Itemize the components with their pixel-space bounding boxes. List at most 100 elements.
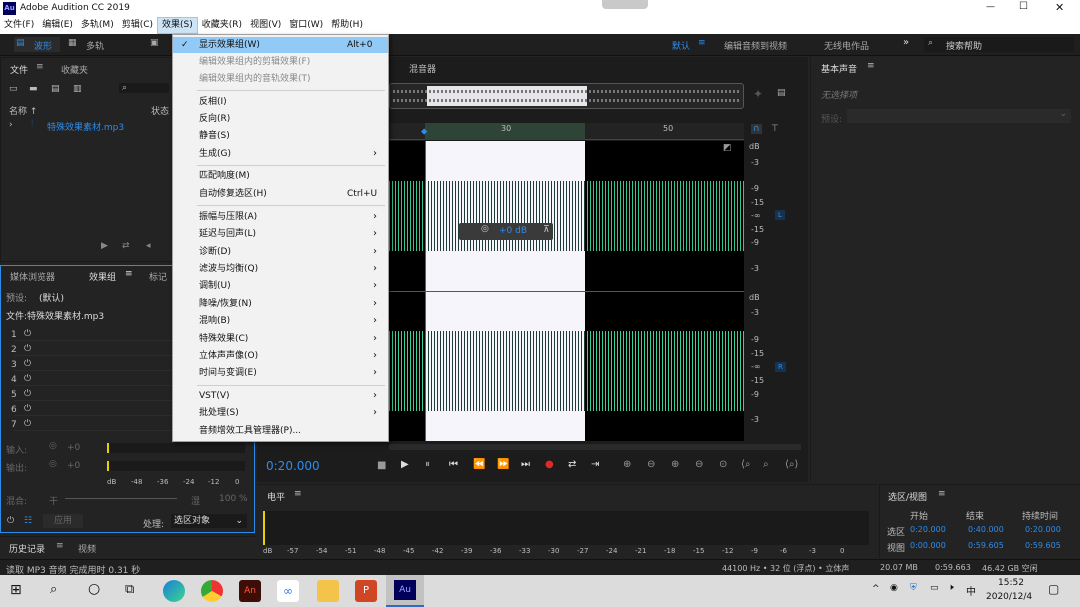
- snap-icon[interactable]: ∩: [751, 124, 762, 134]
- tab-effects-menu-icon[interactable]: ≡: [125, 269, 133, 279]
- maximize-button[interactable]: ☐: [1019, 1, 1028, 12]
- menu-item-time-pitch[interactable]: 时间与变调(E) ›: [173, 365, 388, 381]
- workspace-more-icon[interactable]: »: [903, 37, 909, 48]
- power-icon[interactable]: ⏻: [24, 419, 31, 429]
- clock-date[interactable]: 2020/12/4: [986, 592, 1032, 602]
- close-file-icon[interactable]: ▥: [73, 84, 82, 94]
- play-icon[interactable]: ▶: [101, 241, 108, 251]
- tab-mixer[interactable]: 混音器: [409, 62, 436, 75]
- menu-item-batch[interactable]: 批处理(S) ›: [173, 405, 388, 421]
- menu-window[interactable]: 窗口(W): [285, 17, 327, 34]
- clock-time[interactable]: 15:52: [998, 578, 1024, 588]
- menu-item-reverb[interactable]: 混响(B) ›: [173, 313, 388, 329]
- tab-favorites[interactable]: 收藏夹: [61, 63, 88, 76]
- tab-markers[interactable]: 标记: [149, 270, 167, 283]
- waveform-display[interactable]: ◎ +0 dB ⊼ ◩: [389, 141, 744, 441]
- menu-item-diagnostics[interactable]: 诊断(D) ›: [173, 244, 388, 260]
- list-view-icon[interactable]: ☷: [24, 516, 32, 526]
- workspace-menu-icon[interactable]: ≡: [698, 38, 706, 48]
- next-icon[interactable]: ⏭: [521, 459, 530, 470]
- zoom-pin-icon[interactable]: ✦: [753, 87, 763, 101]
- record-icon[interactable]: ●: [545, 459, 554, 470]
- tab-files[interactable]: 文件: [10, 63, 28, 76]
- menu-item-vst[interactable]: VST(V) ›: [173, 388, 388, 404]
- power-icon[interactable]: ⏻: [24, 374, 31, 384]
- effect-slot[interactable]: 3: [11, 360, 17, 370]
- menu-item-show-effects-rack[interactable]: ✓ 显示效果组(W) Alt+0: [173, 37, 388, 53]
- menu-item-silence[interactable]: 静音(S): [173, 128, 388, 144]
- effect-slot[interactable]: 6: [11, 405, 17, 415]
- menu-help[interactable]: 帮助(H): [327, 17, 367, 34]
- workspace-edit-video[interactable]: 编辑音频到视频: [724, 39, 787, 52]
- multitrack-view-button[interactable]: ▦ 多轨: [66, 37, 112, 52]
- battery-icon[interactable]: ▭: [930, 583, 939, 593]
- notification-icon[interactable]: ▢: [1048, 582, 1059, 596]
- column-name[interactable]: 名称 ↑: [9, 104, 37, 117]
- tray-shield-icon[interactable]: ⛨: [910, 583, 917, 593]
- menu-item-delay[interactable]: 延迟与回声(L) ›: [173, 226, 388, 242]
- new-file-icon[interactable]: ▤: [51, 84, 60, 94]
- audition-taskbar-button[interactable]: Au: [386, 575, 424, 607]
- menu-item-edit-track-effects[interactable]: 编辑效果组内的音轨效果(T): [173, 71, 388, 87]
- channel-right-badge[interactable]: R: [775, 362, 786, 372]
- time-ruler[interactable]: 30 50 ⬥: [389, 123, 744, 140]
- power-icon[interactable]: ⏻: [24, 359, 31, 369]
- tab-effects-rack[interactable]: 效果组: [89, 270, 116, 283]
- animate-icon[interactable]: An: [239, 580, 261, 602]
- power-icon[interactable]: ⏻: [24, 329, 31, 339]
- menu-item-match-loudness[interactable]: 匹配响度(M): [173, 168, 388, 184]
- view-end[interactable]: 0:59.605: [968, 541, 1004, 550]
- essential-sound-menu-icon[interactable]: ≡: [867, 61, 875, 71]
- skip-icon[interactable]: ⇥: [591, 459, 599, 470]
- menu-file[interactable]: 文件(F): [0, 17, 38, 34]
- selection-duration[interactable]: 0:20.000: [1025, 525, 1061, 534]
- ime-indicator[interactable]: 中: [966, 583, 976, 598]
- menu-item-plugin-manager[interactable]: 音频增效工具管理器(P)...: [173, 423, 388, 439]
- menu-edit[interactable]: 编辑(E): [38, 17, 77, 34]
- channel-left-badge[interactable]: L: [775, 210, 785, 220]
- process-select[interactable]: 选区对象 ⌄: [171, 514, 247, 528]
- windows-start-icon[interactable]: ⊞: [10, 582, 22, 598]
- cortana-icon[interactable]: ○: [88, 581, 100, 597]
- selection-view-menu-icon[interactable]: ≡: [938, 489, 946, 499]
- zoom-full-icon[interactable]: ⊙: [719, 459, 727, 470]
- tab-files-menu-icon[interactable]: ≡: [36, 62, 44, 72]
- menu-item-modulation[interactable]: 调制(U) ›: [173, 278, 388, 294]
- menu-item-auto-heal[interactable]: 自动修复选区(H) Ctrl+U: [173, 186, 388, 202]
- close-button[interactable]: ✕: [1055, 1, 1064, 14]
- file-item[interactable]: 特殊效果素材.mp3: [47, 120, 124, 133]
- selection-start[interactable]: 0:20.000: [910, 525, 946, 534]
- mix-slider[interactable]: [65, 498, 177, 499]
- view-duration[interactable]: 0:59.605: [1025, 541, 1061, 550]
- selection-end[interactable]: 0:40.000: [968, 525, 1004, 534]
- menu-favorites[interactable]: 收藏夹(R): [198, 17, 246, 34]
- effect-slot[interactable]: 2: [11, 345, 17, 355]
- menu-item-reverse[interactable]: 反向(R): [173, 111, 388, 127]
- zoom-in-amplitude-icon[interactable]: ⊕: [623, 459, 631, 470]
- play-icon[interactable]: ▶: [401, 459, 409, 470]
- power-icon[interactable]: ⏻: [24, 389, 31, 399]
- effect-slot[interactable]: 4: [11, 375, 17, 385]
- waveform-overview[interactable]: [389, 83, 744, 109]
- cloud-app-icon[interactable]: ∞: [277, 580, 299, 602]
- hud-volume[interactable]: ◎ +0 dB ⊼: [459, 223, 553, 240]
- powerpoint-icon[interactable]: P: [355, 580, 377, 602]
- loop-icon[interactable]: ⇄: [122, 241, 130, 251]
- chrome-icon[interactable]: [201, 580, 223, 602]
- input-knob-icon[interactable]: ◎: [49, 441, 57, 451]
- history-menu-icon[interactable]: ≡: [56, 541, 64, 551]
- view-start[interactable]: 0:00.000: [910, 541, 946, 550]
- previous-icon[interactable]: ⏮: [449, 459, 458, 470]
- import-icon[interactable]: ▬: [29, 84, 38, 94]
- menu-view[interactable]: 视图(V): [246, 17, 285, 34]
- menu-item-special[interactable]: 特殊效果(C) ›: [173, 331, 388, 347]
- menu-multitrack[interactable]: 多轨(M): [77, 17, 118, 34]
- tray-chevron-icon[interactable]: ^: [872, 584, 880, 594]
- tab-media-browser[interactable]: 媒体浏览器: [10, 270, 55, 283]
- overview-toggle-icon[interactable]: ▤: [777, 88, 786, 98]
- stop-icon[interactable]: ■: [377, 460, 386, 471]
- output-knob-icon[interactable]: ◎: [49, 459, 57, 469]
- zoom-left-icon[interactable]: ⌕: [763, 459, 769, 470]
- effect-slot[interactable]: 1: [11, 330, 17, 340]
- menu-item-invert[interactable]: 反相(I): [173, 94, 388, 110]
